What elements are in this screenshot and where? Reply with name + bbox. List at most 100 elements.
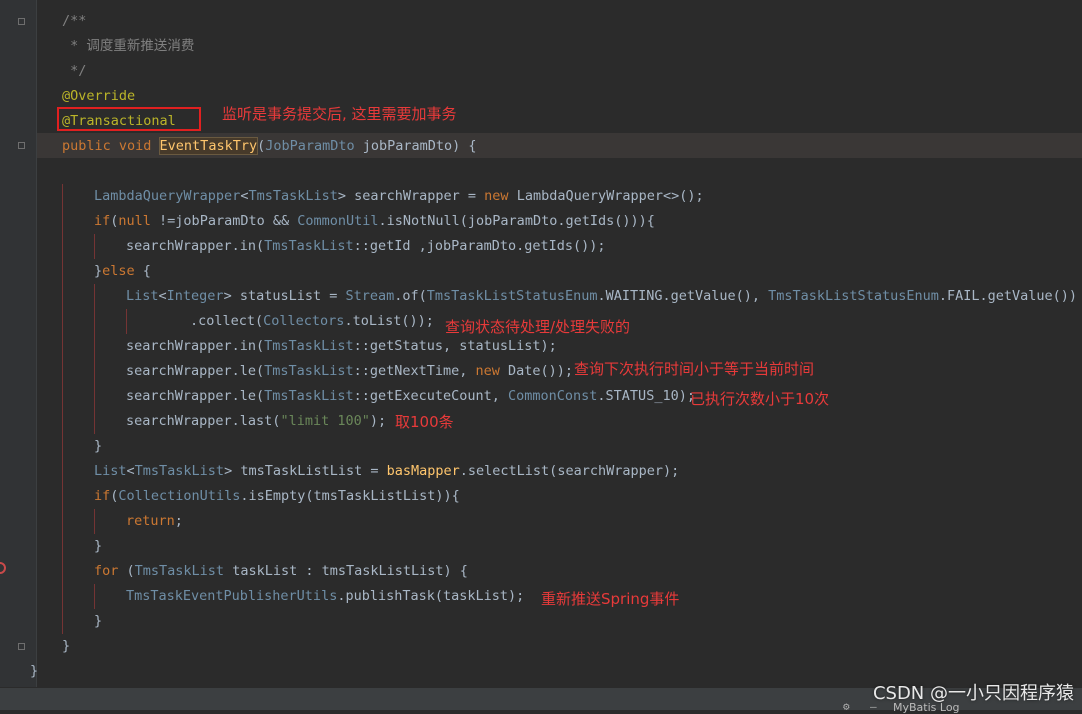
indent-guide xyxy=(94,334,95,359)
code-text: } xyxy=(94,609,102,634)
code-token: < xyxy=(126,463,135,479)
code-line[interactable]: */ xyxy=(0,59,1082,84)
indent-guide xyxy=(94,509,95,534)
code-token: public void xyxy=(62,138,160,154)
code-token: if xyxy=(94,488,111,504)
code-text: List<Integer> statusList = Stream.of(Tms… xyxy=(126,284,1077,309)
code-line[interactable]: }else { xyxy=(0,259,1082,284)
code-token: LambdaQueryWrapper xyxy=(94,188,241,204)
code-token: } xyxy=(30,663,39,679)
code-token: Date()); xyxy=(508,363,574,379)
code-line[interactable] xyxy=(0,159,1082,184)
indent-guide xyxy=(62,184,63,209)
code-token: Stream xyxy=(345,288,395,304)
code-line[interactable]: /** xyxy=(0,9,1082,34)
code-token: EventTaskTry xyxy=(158,137,259,155)
code-token: ( xyxy=(257,138,266,154)
code-token: TmsTaskList xyxy=(248,188,338,204)
code-token: TmsTaskList xyxy=(264,238,354,254)
code-token: .FAIL.getValue()) xyxy=(938,288,1078,304)
code-token: searchWrapper.le( xyxy=(126,363,265,379)
code-line[interactable]: List<Integer> statusList = Stream.of(Tms… xyxy=(0,284,1082,309)
indent-guide xyxy=(126,309,127,334)
code-line[interactable]: searchWrapper.in(TmsTaskList::getId ,job… xyxy=(0,234,1082,259)
code-line[interactable]: for (TmsTaskList taskList : tmsTaskListL… xyxy=(0,559,1082,584)
indent-guide xyxy=(62,584,63,609)
code-token: return xyxy=(126,513,175,529)
code-token: } xyxy=(94,613,103,629)
indent-guide xyxy=(62,559,63,584)
code-line[interactable]: } xyxy=(0,634,1082,659)
code-line[interactable]: LambdaQueryWrapper<TmsTaskList> searchWr… xyxy=(0,184,1082,209)
code-token: for xyxy=(94,563,119,579)
code-token: ; xyxy=(174,513,183,529)
code-token: List xyxy=(126,288,159,304)
indent-guide xyxy=(62,509,63,534)
code-line[interactable]: @Override xyxy=(0,84,1082,109)
code-token: List xyxy=(94,463,127,479)
code-token: .STATUS_10); xyxy=(597,388,695,404)
code-text: searchWrapper.last("limit 100"); xyxy=(126,409,386,434)
code-token: } xyxy=(62,638,71,654)
code-token: .collect( xyxy=(190,313,264,329)
code-token: > statusList = xyxy=(223,288,346,304)
indent-guide xyxy=(62,259,63,284)
code-token: Integer xyxy=(166,288,224,304)
code-token: searchWrapper.in( xyxy=(126,238,265,254)
code-line[interactable]: } xyxy=(0,609,1082,634)
indent-guide xyxy=(94,584,95,609)
code-text: .collect(Collectors.toList()); xyxy=(190,309,434,334)
code-token: jobParamDto) { xyxy=(354,138,477,154)
indent-guide xyxy=(62,309,63,334)
code-line[interactable]: searchWrapper.last("limit 100"); xyxy=(0,409,1082,434)
code-line[interactable]: searchWrapper.in(TmsTaskList::getStatus,… xyxy=(0,334,1082,359)
code-token: CommonConst xyxy=(508,388,598,404)
code-token: else xyxy=(102,263,135,279)
indent-guide xyxy=(62,459,63,484)
code-line[interactable]: return; xyxy=(0,509,1082,534)
code-token: null xyxy=(118,213,151,229)
code-token: .isNotNull(jobParamDto.getIds())){ xyxy=(378,213,655,229)
next-time-note: 查询下次执行时间小于等于当前时间 xyxy=(574,360,815,378)
code-token: CollectionUtils xyxy=(118,488,241,504)
code-text: * 调度重新推送消费 xyxy=(62,34,194,59)
code-token: TmsTaskListStatusEnum xyxy=(426,288,598,304)
code-token: } xyxy=(94,538,103,554)
code-text: /** xyxy=(62,9,86,34)
code-line[interactable]: if(CollectionUtils.isEmpty(tmsTaskListLi… xyxy=(0,484,1082,509)
limit-note: 取100条 xyxy=(395,413,454,431)
code-token: new xyxy=(475,363,509,379)
code-text: if(CollectionUtils.isEmpty(tmsTaskListLi… xyxy=(94,484,460,509)
code-token: .of( xyxy=(394,288,427,304)
code-text: } xyxy=(94,534,102,559)
code-line[interactable]: List<TmsTaskList> tmsTaskListList = basM… xyxy=(0,459,1082,484)
code-line[interactable]: } xyxy=(0,534,1082,559)
code-text: searchWrapper.in(TmsTaskList::getId ,job… xyxy=(126,234,606,259)
code-line[interactable]: searchWrapper.le(TmsTaskList::getExecute… xyxy=(0,384,1082,409)
code-token: .publishTask(taskList); xyxy=(337,588,525,604)
code-token: Collectors xyxy=(263,313,345,329)
code-token: ); xyxy=(369,413,387,429)
code-line[interactable]: searchWrapper.le(TmsTaskList::getNextTim… xyxy=(0,359,1082,384)
code-text: } xyxy=(94,434,102,459)
code-line[interactable]: } xyxy=(0,434,1082,459)
code-text: public void EventTaskTry(JobParamDto job… xyxy=(62,134,477,159)
code-token: .isEmpty(tmsTaskListList)){ xyxy=(240,488,460,504)
execute-count-note: 已执行次数小于10次 xyxy=(690,390,830,408)
code-line[interactable]: * 调度重新推送消费 xyxy=(0,34,1082,59)
code-line[interactable]: if(null !=jobParamDto && CommonUtil.isNo… xyxy=(0,209,1082,234)
code-text: TmsTaskEventPublisherUtils.publishTask(t… xyxy=(126,584,524,609)
code-token: ::getNextTime, xyxy=(353,363,476,379)
indent-guide xyxy=(94,384,95,409)
indent-guide xyxy=(62,609,63,634)
indent-guide xyxy=(62,209,63,234)
transactional-note: 监听是事务提交后, 这里需要加事务 xyxy=(222,105,457,123)
code-line[interactable]: public void EventTaskTry(JobParamDto job… xyxy=(0,134,1082,159)
code-token: * 调度重新推送消费 xyxy=(62,38,195,54)
code-token: LambdaQueryWrapper<>(); xyxy=(516,188,704,204)
indent-guide xyxy=(94,409,95,434)
code-token: /** xyxy=(62,13,87,29)
publish-note: 重新推送Spring事件 xyxy=(541,590,680,608)
code-token: .selectList(searchWrapper); xyxy=(459,463,680,479)
code-token: } xyxy=(94,263,103,279)
